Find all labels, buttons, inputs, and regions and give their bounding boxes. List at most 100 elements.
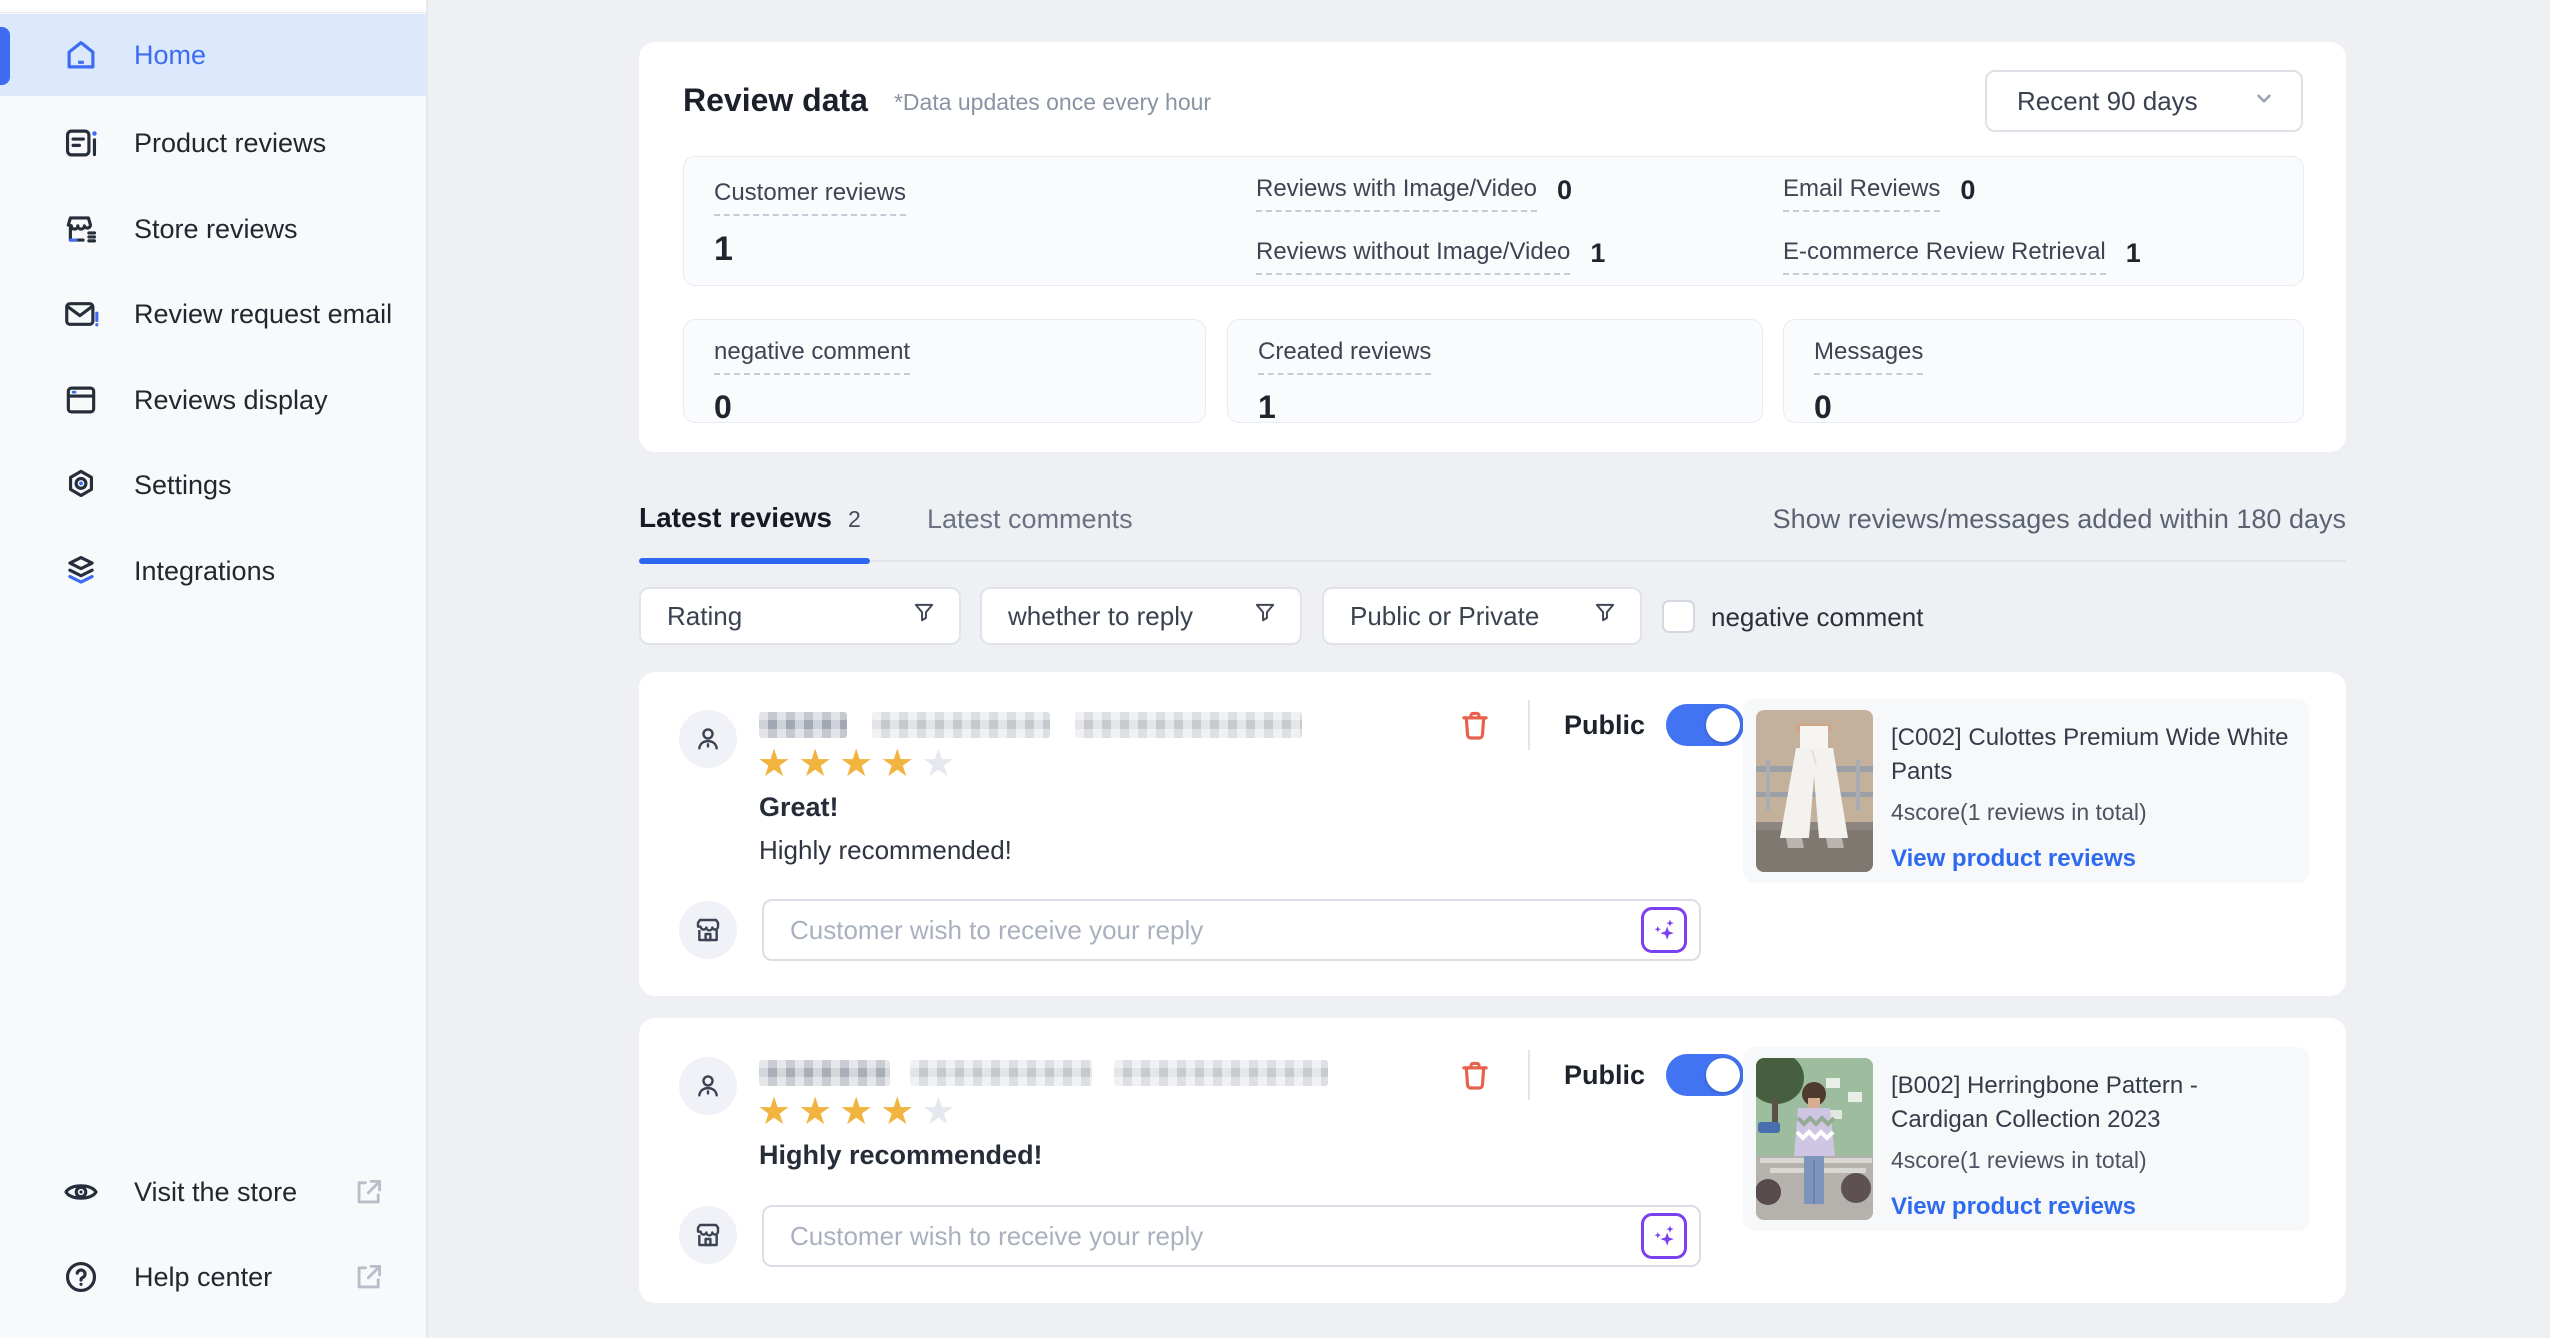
sidebar-item-settings[interactable]: Settings <box>0 443 426 527</box>
metric-value: 0 <box>714 389 1205 426</box>
delete-review-button[interactable] <box>1454 704 1496 746</box>
public-toggle[interactable] <box>1666 704 1744 746</box>
product-image <box>1756 1058 1873 1220</box>
redacted-email <box>910 1060 1092 1086</box>
chevron-down-icon <box>2251 85 2277 118</box>
sidebar-item-reviews-display[interactable]: Reviews display <box>0 358 426 442</box>
product-panel: [B002] Herringbone Pattern - Cardigan Co… <box>1743 1047 2309 1231</box>
store-reply-icon <box>679 1206 737 1264</box>
review-data-card: Review data *Data updates once every hou… <box>639 42 2346 452</box>
filter-whether-to-reply[interactable]: whether to reply <box>980 587 1302 645</box>
negative-comment-label: negative comment <box>1711 602 1923 633</box>
product-image <box>1756 710 1873 872</box>
redacted-date <box>1114 1060 1328 1086</box>
layers-icon <box>62 552 100 590</box>
mail-icon <box>62 295 100 333</box>
avatar <box>679 710 737 768</box>
ai-generate-reply-button[interactable] <box>1641 907 1687 953</box>
sidebar-item-label: Help center <box>134 1262 272 1293</box>
star-empty-icon: ★ <box>921 743 962 785</box>
sidebar-item-label: Settings <box>134 470 232 501</box>
date-range-select[interactable]: Recent 90 days <box>1985 70 2303 132</box>
stat-value: 1 <box>1590 238 1605 269</box>
star-filled-icon: ★ <box>839 1091 880 1133</box>
negative-comment-checkbox[interactable] <box>1662 600 1695 633</box>
tab-count-badge: 2 <box>848 506 861 532</box>
active-tab-underline <box>639 558 870 564</box>
sidebar-item-label: Store reviews <box>134 214 298 245</box>
redacted-date <box>1075 712 1302 738</box>
stat-label: Email Reviews <box>1783 175 1940 212</box>
sidebar-top-strip <box>0 0 426 13</box>
redacted-name <box>759 1060 890 1086</box>
sidebar-item-store-reviews[interactable]: Store reviews <box>0 187 426 271</box>
product-panel: [C002] Culottes Premium Wide White Pants… <box>1743 699 2309 883</box>
reply-input-wrap <box>762 899 1701 961</box>
sidebar-item-label: Home <box>134 40 206 71</box>
tab-latest-reviews[interactable]: Latest reviews 2 <box>639 502 861 534</box>
product-name: [B002] Herringbone Pattern - Cardigan Co… <box>1891 1069 2296 1137</box>
stat-reviews-with-media: Reviews with Image/Video 0 <box>1256 175 1572 212</box>
filter-rating[interactable]: Rating <box>639 587 961 645</box>
product-score: 4score(1 reviews in total) <box>1891 799 2147 826</box>
stat-label: Customer reviews <box>714 179 906 216</box>
ai-generate-reply-button[interactable] <box>1641 1213 1687 1259</box>
question-circle-icon <box>62 1258 100 1296</box>
visibility-label: Public <box>1564 1060 1645 1091</box>
metric-created-reviews: Created reviews 1 <box>1227 319 1763 423</box>
product-reviews-icon <box>62 124 100 162</box>
sidebar-item-label: Product reviews <box>134 128 326 159</box>
show-range-note[interactable]: Show reviews/messages added within 180 d… <box>1773 504 2346 535</box>
delete-review-button[interactable] <box>1454 1054 1496 1096</box>
review-title: Highly recommended! <box>759 1140 1043 1171</box>
filter-label: whether to reply <box>1008 601 1193 632</box>
metric-value: 0 <box>1814 389 2303 426</box>
star-filled-icon: ★ <box>757 1091 798 1133</box>
tab-latest-comments[interactable]: Latest comments <box>927 504 1133 535</box>
filter-public-private[interactable]: Public or Private <box>1322 587 1642 645</box>
tabs-divider <box>639 560 2346 562</box>
tab-label: Latest reviews <box>639 502 832 533</box>
store-reply-icon <box>679 901 737 959</box>
metric-label: Created reviews <box>1258 338 1431 375</box>
active-indicator <box>0 27 10 85</box>
star-filled-icon: ★ <box>880 743 921 785</box>
metric-value: 1 <box>1258 389 1762 426</box>
settings-icon <box>62 466 100 504</box>
stat-value: 0 <box>1557 175 1572 206</box>
toggle-knob <box>1706 708 1740 742</box>
metric-label: negative comment <box>714 338 910 375</box>
sidebar-item-label: Visit the store <box>134 1177 297 1208</box>
view-product-reviews-link[interactable]: View product reviews <box>1891 1193 2136 1221</box>
star-filled-icon: ★ <box>798 743 839 785</box>
reply-input[interactable] <box>762 1205 1701 1267</box>
metric-label: Messages <box>1814 338 1923 375</box>
star-filled-icon: ★ <box>798 1091 839 1133</box>
update-note: *Data updates once every hour <box>894 85 1211 116</box>
star-rating: ★★★★★ <box>757 744 962 784</box>
view-product-reviews-link[interactable]: View product reviews <box>1891 845 2136 873</box>
sidebar-item-product-reviews[interactable]: Product reviews <box>0 101 426 185</box>
avatar <box>679 1057 737 1115</box>
stat-label: Reviews without Image/Video <box>1256 238 1570 275</box>
card-title: Review data <box>683 82 868 119</box>
sidebar-item-review-request-email[interactable]: Review request email <box>0 272 426 356</box>
sidebar-item-help-center[interactable]: Help center <box>0 1235 426 1319</box>
reply-input[interactable] <box>762 899 1701 961</box>
review-title: Great! <box>759 792 839 823</box>
stat-email-reviews: Email Reviews 0 <box>1783 175 1975 212</box>
redacted-reviewer-info <box>759 712 1302 738</box>
redacted-name <box>759 712 847 738</box>
sidebar-item-integrations[interactable]: Integrations <box>0 529 426 613</box>
external-link-icon <box>352 1260 386 1294</box>
store-reviews-icon <box>62 210 100 248</box>
sidebar-item-home[interactable]: Home <box>0 14 426 96</box>
review-data-header: Review data *Data updates once every hou… <box>683 82 1211 119</box>
metric-negative-comment: negative comment 0 <box>683 319 1206 423</box>
public-toggle[interactable] <box>1666 1054 1744 1096</box>
star-empty-icon: ★ <box>921 1091 962 1133</box>
filter-label: Rating <box>667 601 742 632</box>
divider <box>1528 700 1530 750</box>
eye-icon <box>62 1173 100 1211</box>
sidebar-item-visit-store[interactable]: Visit the store <box>0 1150 426 1234</box>
